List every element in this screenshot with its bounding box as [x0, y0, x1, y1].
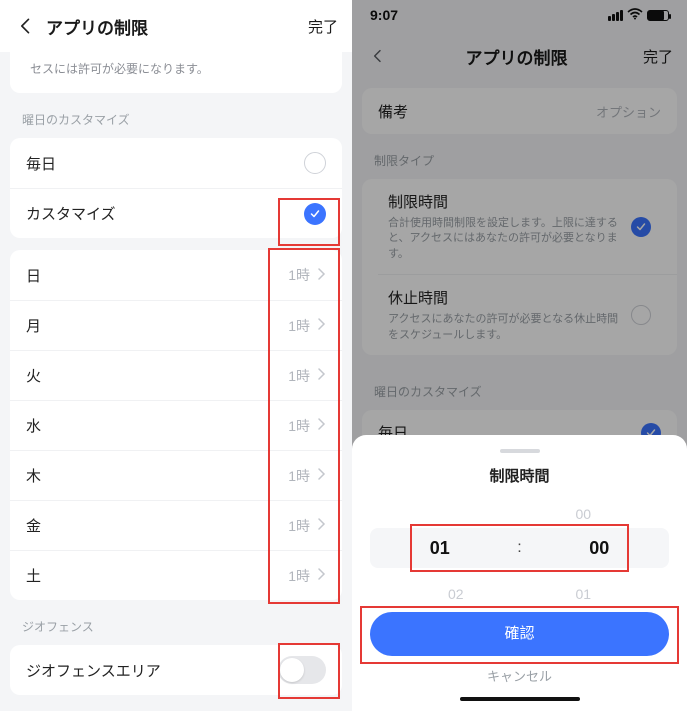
picker-above-minute: 00 — [575, 506, 591, 522]
back-arrow-icon[interactable] — [14, 14, 38, 38]
day-row-sun[interactable]: 日 1時 — [10, 250, 342, 300]
day-value: 1時 — [288, 265, 310, 285]
day-value: 1時 — [288, 566, 310, 586]
chevron-right-icon — [318, 517, 326, 534]
section-label-days: 曜日のカスタマイズ — [0, 93, 352, 138]
day-row-mon[interactable]: 月 1時 — [10, 300, 342, 350]
day-value: 1時 — [288, 316, 310, 336]
day-row-tue[interactable]: 火 1時 — [10, 350, 342, 400]
mode-daily-row[interactable]: 毎日 — [10, 138, 342, 188]
chevron-right-icon — [318, 317, 326, 334]
day-label: 金 — [26, 515, 288, 536]
mode-custom-row[interactable]: カスタマイズ — [10, 188, 342, 238]
day-row-fri[interactable]: 金 1時 — [10, 500, 342, 550]
geofence-toggle[interactable] — [278, 656, 326, 684]
chevron-right-icon — [318, 467, 326, 484]
picker-below-minute: 01 — [575, 586, 591, 602]
picker-minute[interactable]: 00 — [530, 538, 670, 559]
day-label: 火 — [26, 365, 288, 386]
chevron-right-icon — [318, 417, 326, 434]
time-picker[interactable]: 01 : 00 — [370, 528, 669, 568]
home-indicator — [460, 697, 580, 701]
picker-row-above: 00 00 — [392, 506, 647, 522]
picker-below-hour: 02 — [448, 586, 464, 602]
day-value: 1時 — [288, 516, 310, 536]
mode-group: 毎日 カスタマイズ — [10, 138, 342, 238]
radio-checked-icon — [304, 203, 326, 225]
day-row-thu[interactable]: 木 1時 — [10, 450, 342, 500]
day-label: 日 — [26, 265, 288, 286]
cancel-button[interactable]: キャンセル — [352, 666, 687, 685]
geofence-label: ジオフェンスエリア — [26, 660, 278, 681]
header: アプリの制限 完了 — [0, 0, 352, 52]
day-value: 1時 — [288, 466, 310, 486]
day-value: 1時 — [288, 366, 310, 386]
day-value: 1時 — [288, 416, 310, 436]
day-label: 土 — [26, 565, 288, 586]
chevron-right-icon — [318, 567, 326, 584]
done-button[interactable]: 完了 — [308, 16, 338, 37]
day-label: 水 — [26, 415, 288, 436]
day-row-wed[interactable]: 水 1時 — [10, 400, 342, 450]
geofence-group: ジオフェンスエリア — [10, 645, 342, 695]
picker-colon: : — [510, 539, 530, 557]
description-snippet: セスには許可が必要になります。 — [10, 52, 342, 93]
confirm-button[interactable]: 確認 — [370, 612, 669, 656]
chevron-right-icon — [318, 267, 326, 284]
section-label-geofence: ジオフェンス — [0, 600, 352, 645]
mode-custom-label: カスタマイズ — [26, 203, 304, 224]
days-group: 日 1時 月 1時 火 1時 水 1時 木 1時 — [10, 250, 342, 600]
sheet-title: 制限時間 — [352, 465, 687, 486]
mode-daily-label: 毎日 — [26, 153, 304, 174]
chevron-right-icon — [318, 367, 326, 384]
screen-right: 9:07 アプリの制限 完了 備考 オプション 制限タイプ — [352, 0, 687, 711]
radio-unchecked-icon — [304, 152, 326, 174]
page-title: アプリの制限 — [46, 14, 308, 39]
time-picker-sheet: 制限時間 00 00 01 : 00 02 01 確認 キャンセル — [352, 435, 687, 711]
picker-row-below: 02 01 — [392, 586, 647, 602]
day-label: 木 — [26, 465, 288, 486]
screen-left: アプリの制限 完了 セスには許可が必要になります。 曜日のカスタマイズ 毎日 カ… — [0, 0, 352, 711]
grabber-handle[interactable] — [500, 449, 540, 453]
geofence-row[interactable]: ジオフェンスエリア — [10, 645, 342, 695]
day-row-sat[interactable]: 土 1時 — [10, 550, 342, 600]
day-label: 月 — [26, 315, 288, 336]
picker-hour[interactable]: 01 — [370, 538, 510, 559]
